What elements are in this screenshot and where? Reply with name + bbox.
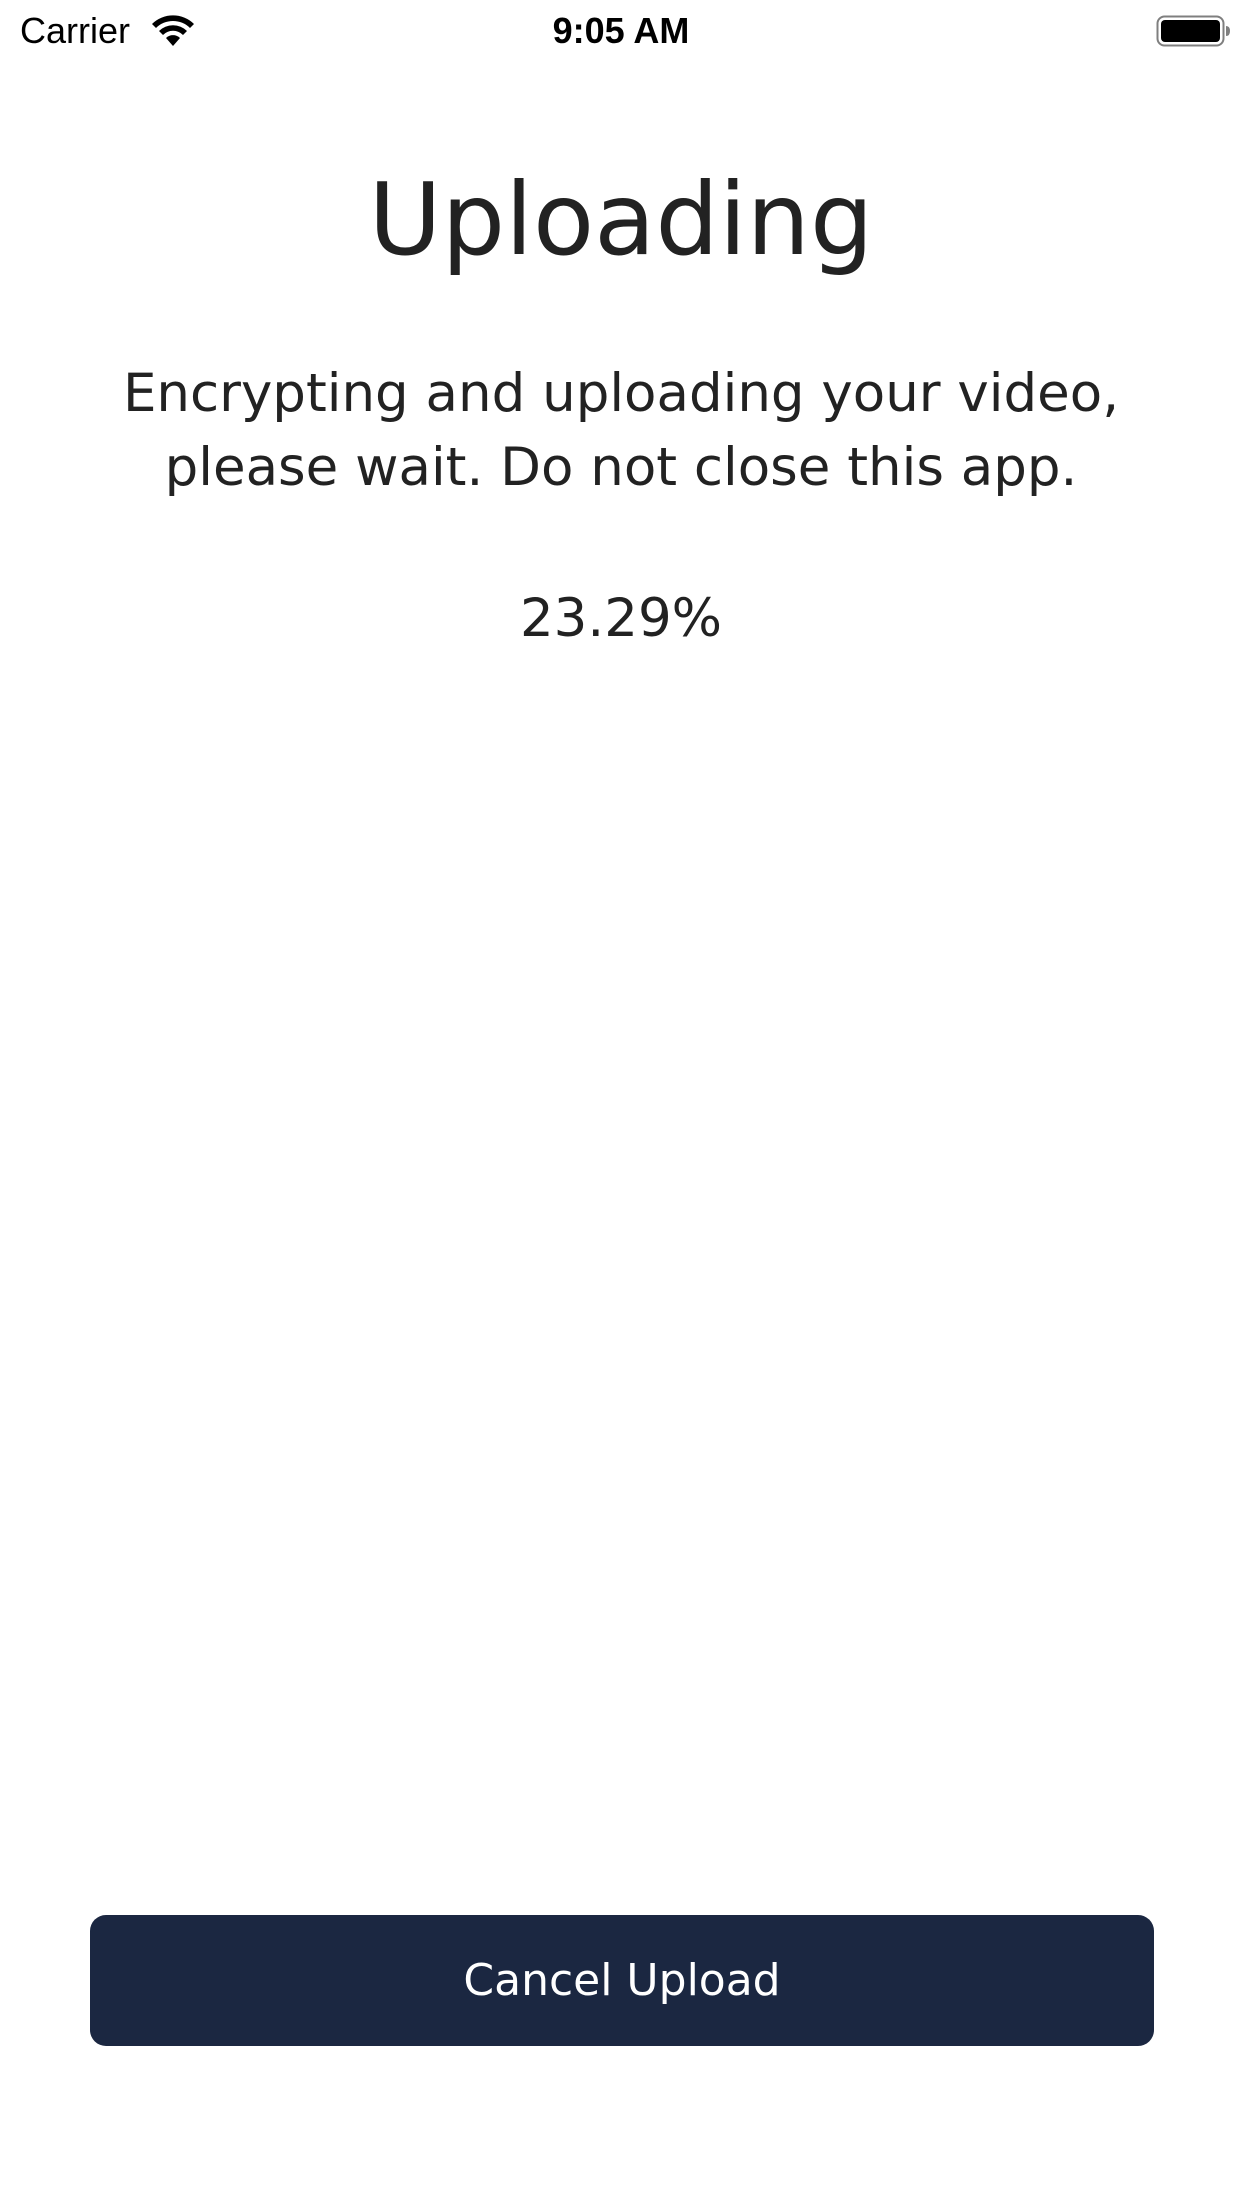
status-time: 9:05 AM xyxy=(552,10,690,51)
cancel-upload-button[interactable]: Cancel Upload xyxy=(90,1915,1154,2046)
status-bar: Carrier 9:05 AM xyxy=(0,0,1242,62)
page-title: Uploading xyxy=(368,161,874,278)
cancel-upload-label: Cancel Upload xyxy=(463,1955,781,2006)
battery-full-icon xyxy=(1156,14,1232,48)
upload-progress-percentage: 23.29% xyxy=(519,588,723,649)
upload-message: Encrypting and uploading your video, ple… xyxy=(122,363,1120,498)
